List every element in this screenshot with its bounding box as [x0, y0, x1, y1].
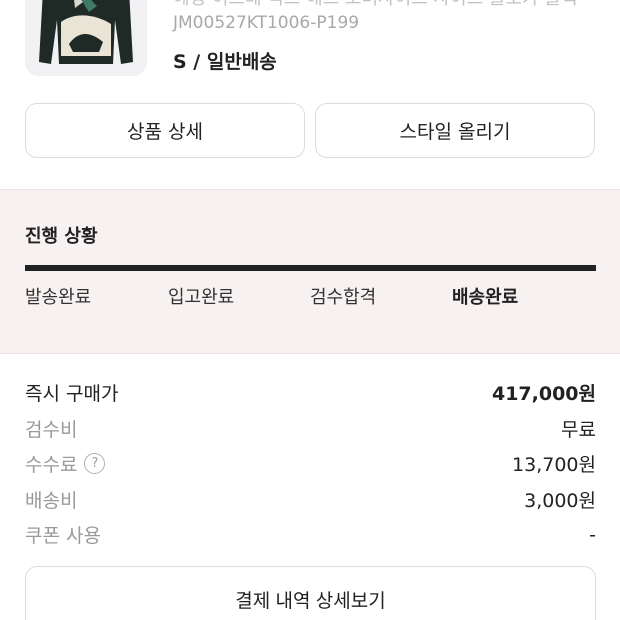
summary-label: 수수료 — [25, 454, 78, 477]
payment-summary: 즉시 구매가 417,000원 검수비 무료 수수료 ? 13,700원 배송비… — [25, 375, 596, 553]
summary-row-instant-price: 즉시 구매가 417,000원 — [25, 375, 596, 411]
summary-label: 즉시 구매가 — [25, 383, 119, 406]
progress-section: 진행 상황 발송완료 입고완료 검수합격 배송완료 — [0, 189, 620, 354]
product-image[interactable] — [25, 0, 147, 76]
step-received: 입고완료 — [168, 287, 235, 308]
summary-row-shipping-fee: 배송비 3,000원 — [25, 482, 596, 518]
summary-value: - — [589, 523, 596, 546]
summary-value: 무료 — [561, 418, 596, 441]
style-upload-button[interactable]: 스타일 올리기 — [315, 103, 595, 158]
summary-value: 3,000원 — [524, 489, 596, 512]
summary-row-commission: 수수료 ? 13,700원 — [25, 446, 596, 482]
progress-bar — [25, 265, 596, 271]
sweater-image — [25, 0, 147, 76]
product-detail-button[interactable]: 상품 상세 — [25, 103, 305, 158]
question-circle-icon[interactable]: ? — [84, 453, 106, 475]
summary-label: 배송비 — [25, 489, 78, 512]
summary-label-wrap: 수수료 ? — [25, 450, 106, 477]
summary-label: 검수비 — [25, 418, 78, 441]
product-code: JM00527KT1006-P199 — [173, 13, 360, 33]
summary-value: 417,000원 — [491, 383, 596, 406]
step-inspection-passed: 검수합격 — [310, 287, 377, 308]
step-delivered: 배송완료 — [452, 287, 519, 308]
summary-row-inspection-fee: 검수비 무료 — [25, 411, 596, 447]
product-name: 헤링 이스테 익스 해드 오버사이즈 사이즈 블로카 블랙 — [173, 0, 613, 10]
progress-title: 진행 상황 — [25, 226, 98, 247]
step-shipped: 발송완료 — [25, 287, 92, 308]
product-summary: 헤링 이스테 익스 해드 오버사이즈 사이즈 블로카 블랙 JM00527KT1… — [0, 0, 620, 100]
summary-label: 쿠폰 사용 — [25, 525, 101, 548]
product-option: S / 일반배송 — [173, 51, 277, 73]
summary-value: 13,700원 — [512, 454, 596, 477]
payment-detail-button[interactable]: 결제 내역 상세보기 — [25, 566, 596, 620]
summary-row-coupon: 쿠폰 사용 - — [25, 517, 596, 553]
